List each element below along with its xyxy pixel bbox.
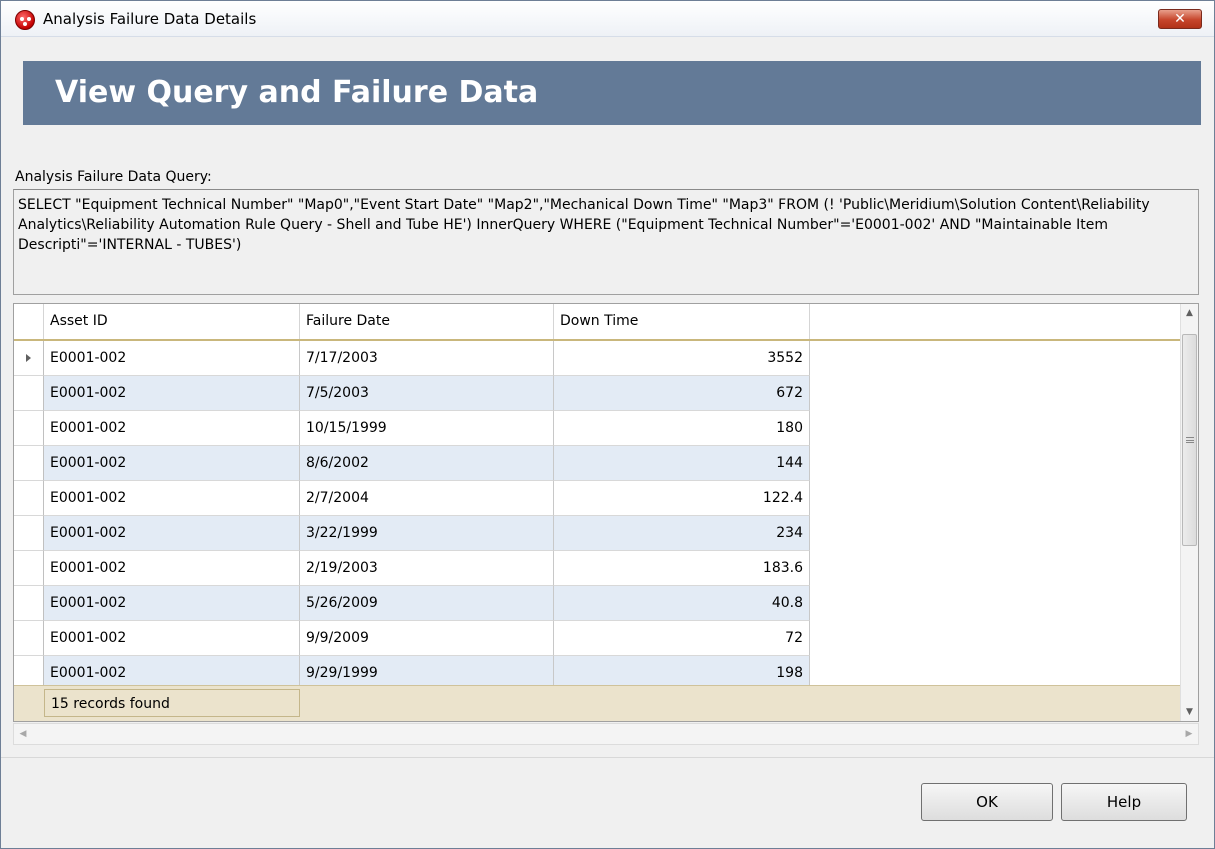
- failure-data-grid[interactable]: Asset ID Failure Date Down Time E0001-00…: [13, 303, 1199, 722]
- row-selector[interactable]: [14, 516, 44, 551]
- cell-down-time[interactable]: 234: [554, 516, 810, 551]
- row-selector-header: [14, 304, 44, 339]
- cell-failure-date[interactable]: 2/19/2003: [300, 551, 554, 586]
- title-bar[interactable]: Analysis Failure Data Details ✕: [1, 1, 1214, 37]
- cell-down-time[interactable]: 122.4: [554, 481, 810, 516]
- grid-header: Asset ID Failure Date Down Time: [14, 304, 1181, 341]
- cell-down-time[interactable]: 180: [554, 411, 810, 446]
- grid-footer: 15 records found: [14, 685, 1181, 721]
- vertical-scrollbar[interactable]: ▲ ▼: [1180, 304, 1198, 721]
- cell-down-time[interactable]: 198: [554, 656, 810, 685]
- help-button[interactable]: Help: [1061, 783, 1187, 821]
- vertical-scroll-thumb[interactable]: [1182, 334, 1197, 546]
- row-selector[interactable]: [14, 376, 44, 411]
- close-button[interactable]: ✕: [1158, 9, 1202, 29]
- table-row[interactable]: E0001-002 9/29/1999 198: [14, 656, 810, 685]
- cell-asset-id[interactable]: E0001-002: [44, 446, 300, 481]
- cell-down-time[interactable]: 3552: [554, 341, 810, 376]
- table-row[interactable]: E0001-002 2/7/2004 122.4: [14, 481, 810, 516]
- ok-button[interactable]: OK: [921, 783, 1053, 821]
- window-title: Analysis Failure Data Details: [43, 10, 257, 28]
- row-selector[interactable]: [14, 341, 44, 376]
- grip-icon: [1186, 437, 1194, 443]
- table-row[interactable]: E0001-002 8/6/2002 144: [14, 446, 810, 481]
- footer-divider: [1, 757, 1214, 758]
- cell-asset-id[interactable]: E0001-002: [44, 411, 300, 446]
- cell-failure-date[interactable]: 8/6/2002: [300, 446, 554, 481]
- cell-failure-date[interactable]: 9/29/1999: [300, 656, 554, 685]
- cell-down-time[interactable]: 183.6: [554, 551, 810, 586]
- cell-failure-date[interactable]: 7/5/2003: [300, 376, 554, 411]
- column-header-asset-id[interactable]: Asset ID: [44, 304, 300, 339]
- cell-down-time[interactable]: 40.8: [554, 586, 810, 621]
- cell-failure-date[interactable]: 7/17/2003: [300, 341, 554, 376]
- row-selector[interactable]: [14, 586, 44, 621]
- column-header-failure-date[interactable]: Failure Date: [300, 304, 554, 339]
- scroll-left-icon[interactable]: ◀: [14, 724, 32, 744]
- cell-failure-date[interactable]: 10/15/1999: [300, 411, 554, 446]
- cell-down-time[interactable]: 72: [554, 621, 810, 656]
- cell-asset-id[interactable]: E0001-002: [44, 341, 300, 376]
- table-row[interactable]: E0001-002 9/9/2009 72: [14, 621, 810, 656]
- scroll-down-icon[interactable]: ▼: [1181, 703, 1198, 721]
- table-row[interactable]: E0001-002 7/5/2003 672: [14, 376, 810, 411]
- row-selector[interactable]: [14, 411, 44, 446]
- table-row[interactable]: E0001-002 10/15/1999 180: [14, 411, 810, 446]
- row-selector[interactable]: [14, 446, 44, 481]
- cell-asset-id[interactable]: E0001-002: [44, 516, 300, 551]
- cell-asset-id[interactable]: E0001-002: [44, 376, 300, 411]
- page-title: View Query and Failure Data: [55, 75, 539, 110]
- cell-asset-id[interactable]: E0001-002: [44, 586, 300, 621]
- cell-failure-date[interactable]: 3/22/1999: [300, 516, 554, 551]
- dialog-window: Analysis Failure Data Details ✕ View Que…: [0, 0, 1215, 849]
- scroll-up-icon[interactable]: ▲: [1181, 304, 1198, 322]
- row-selector[interactable]: [14, 551, 44, 586]
- row-selector[interactable]: [14, 656, 44, 685]
- records-count: 15 records found: [44, 689, 300, 717]
- cell-failure-date[interactable]: 5/26/2009: [300, 586, 554, 621]
- meridium-app-icon: [15, 10, 35, 30]
- cell-down-time[interactable]: 144: [554, 446, 810, 481]
- query-text-box[interactable]: SELECT "Equipment Technical Number" "Map…: [13, 189, 1199, 295]
- cell-asset-id[interactable]: E0001-002: [44, 621, 300, 656]
- horizontal-scrollbar[interactable]: ◀ ▶: [13, 723, 1199, 745]
- header-banner: View Query and Failure Data: [23, 61, 1201, 125]
- scroll-right-icon[interactable]: ▶: [1180, 724, 1198, 744]
- table-row[interactable]: E0001-002 3/22/1999 234: [14, 516, 810, 551]
- row-selector[interactable]: [14, 481, 44, 516]
- cell-failure-date[interactable]: 9/9/2009: [300, 621, 554, 656]
- column-header-down-time[interactable]: Down Time: [554, 304, 810, 339]
- cell-asset-id[interactable]: E0001-002: [44, 481, 300, 516]
- table-row[interactable]: E0001-002 7/17/2003 3552: [14, 341, 810, 376]
- cell-down-time[interactable]: 672: [554, 376, 810, 411]
- grid-rows: E0001-002 7/17/2003 3552 E0001-002 7/5/2…: [14, 341, 810, 685]
- table-row[interactable]: E0001-002 5/26/2009 40.8: [14, 586, 810, 621]
- cell-failure-date[interactable]: 2/7/2004: [300, 481, 554, 516]
- table-row[interactable]: E0001-002 2/19/2003 183.6: [14, 551, 810, 586]
- row-selector[interactable]: [14, 621, 44, 656]
- current-row-arrow-icon: [26, 354, 31, 362]
- cell-asset-id[interactable]: E0001-002: [44, 551, 300, 586]
- query-label: Analysis Failure Data Query:: [15, 169, 212, 185]
- cell-asset-id[interactable]: E0001-002: [44, 656, 300, 685]
